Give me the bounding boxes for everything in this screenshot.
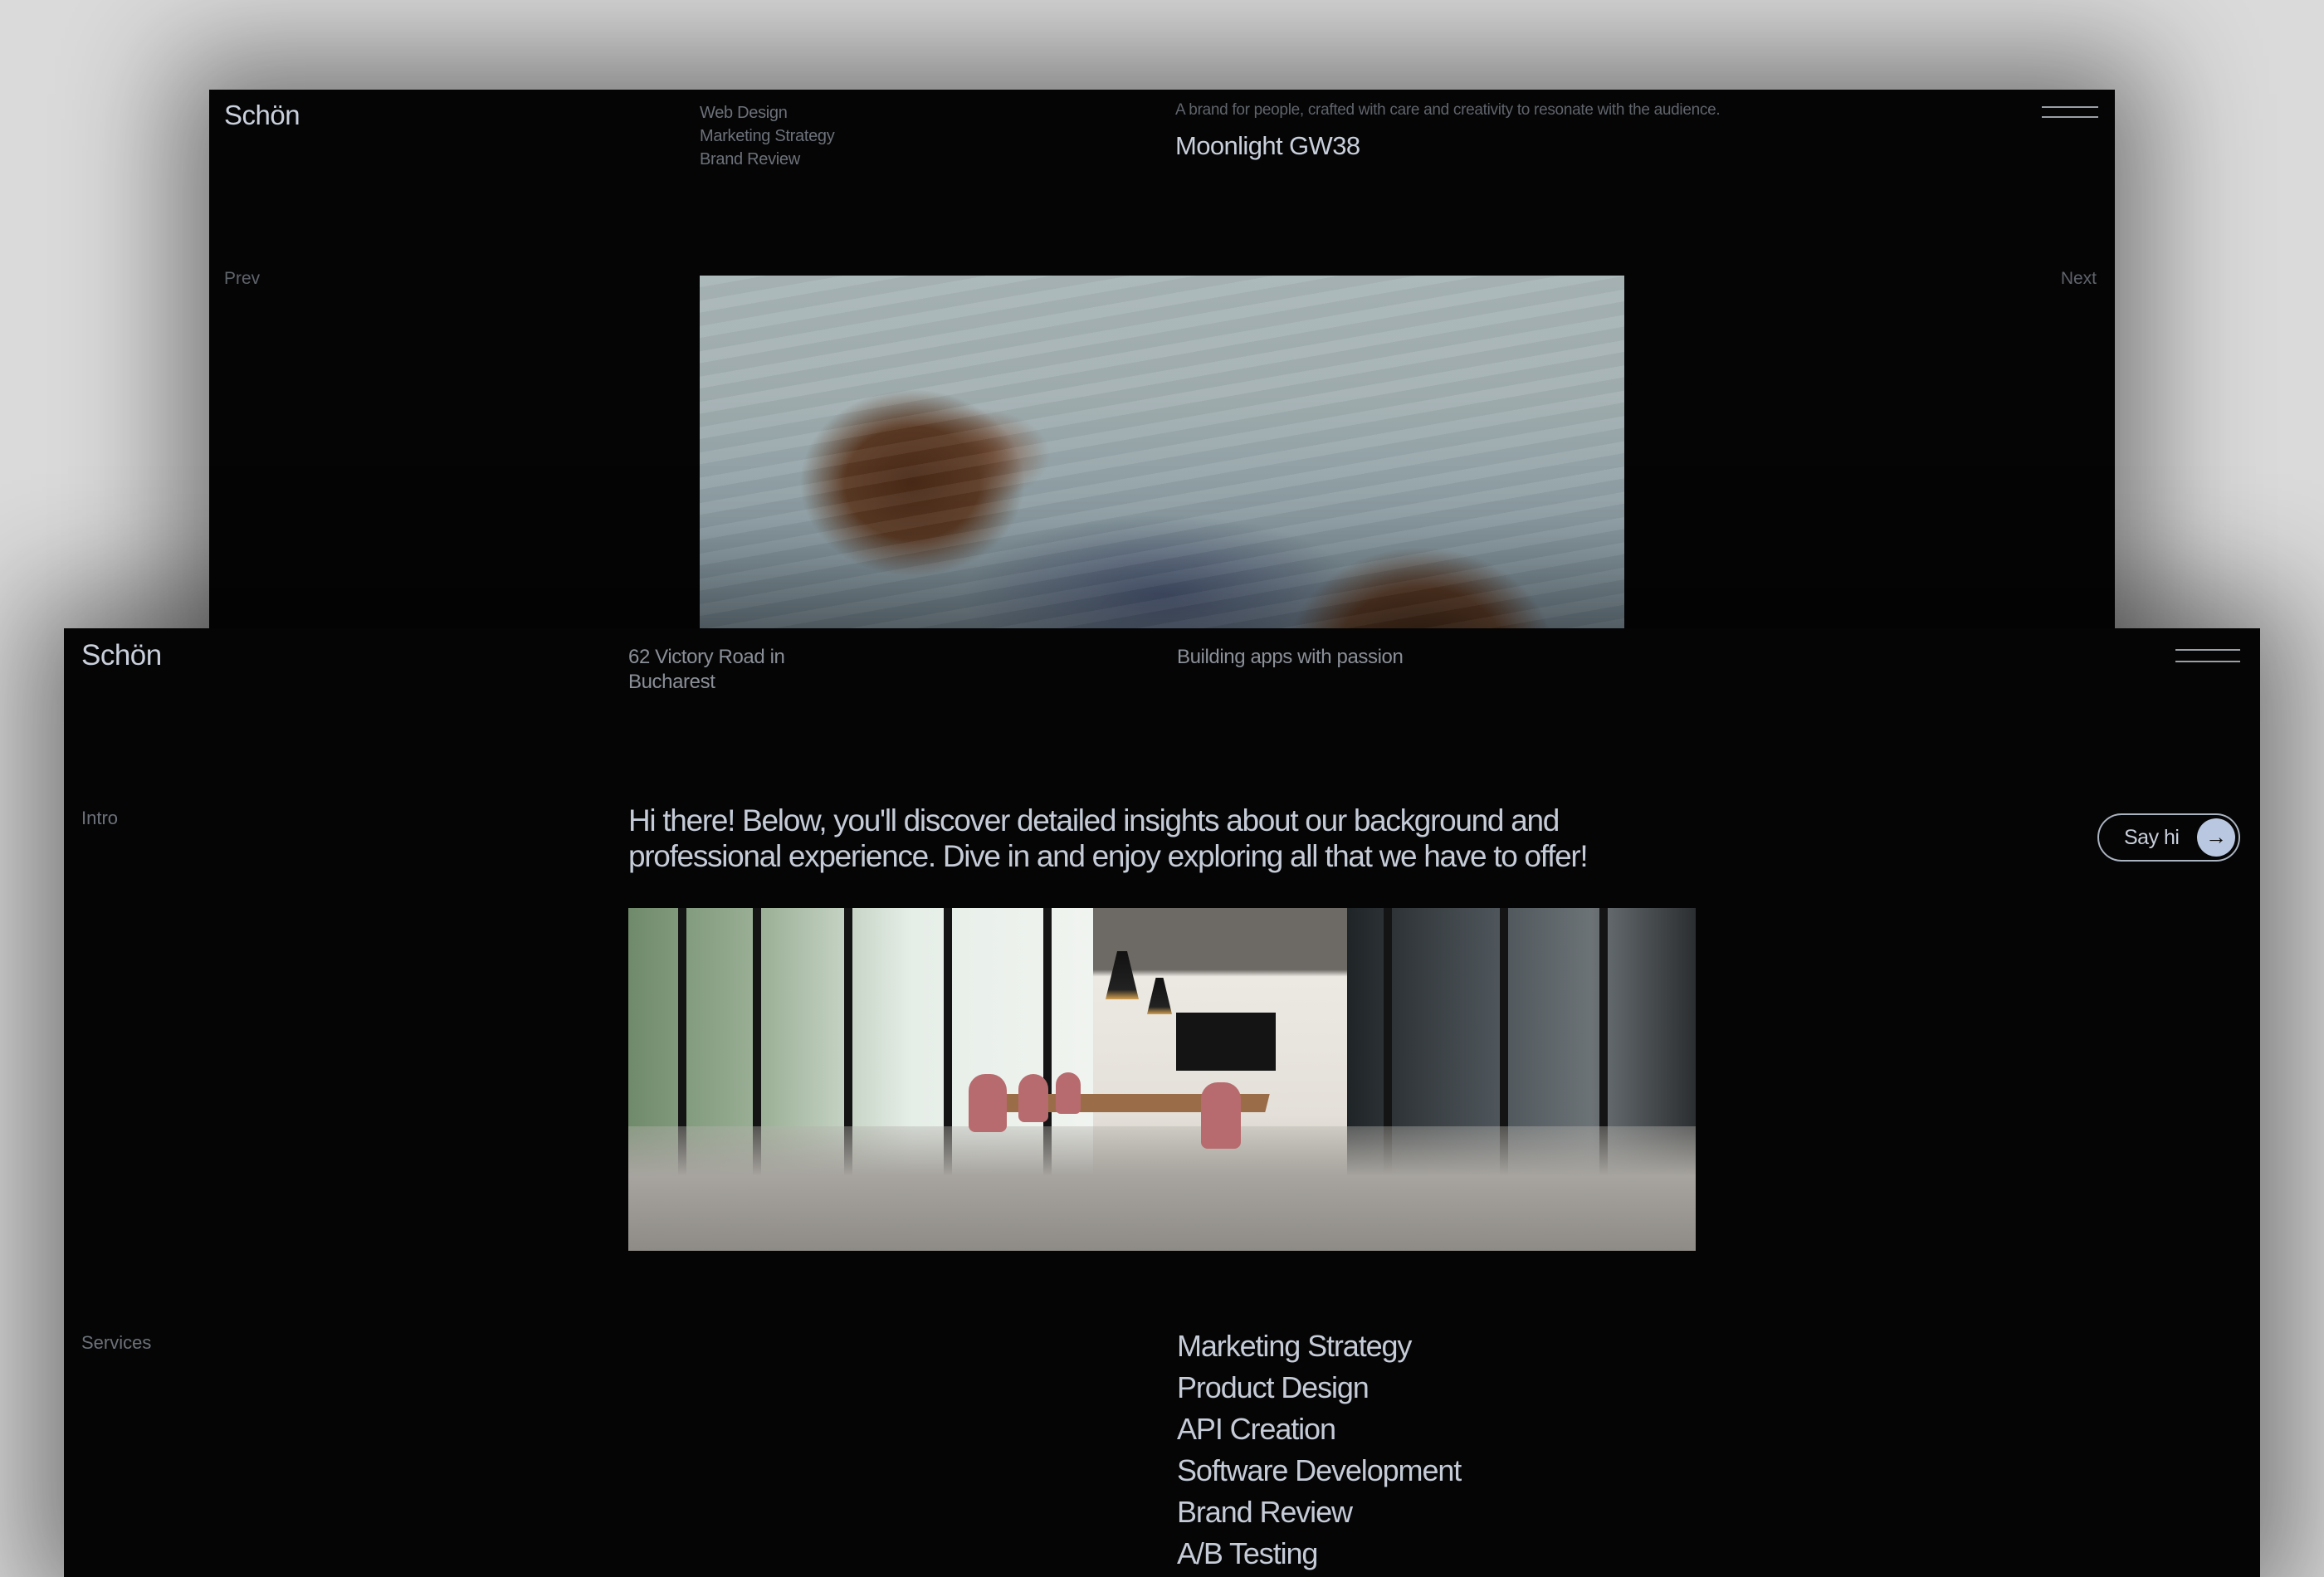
photo-chair — [969, 1074, 1007, 1132]
photo-chair — [1056, 1072, 1081, 1114]
about-page-window: Schön 62 Victory Road in Bucharest Build… — [64, 628, 2260, 1577]
service-item: Marketing Strategy — [1177, 1329, 1412, 1363]
tagline: Building apps with passion — [1177, 646, 1404, 668]
service-item: Product Design — [1177, 1370, 1370, 1404]
project-tagline: A brand for people, crafted with care an… — [1175, 101, 1721, 119]
project-photo — [700, 276, 1624, 671]
service-item: API Creation — [1177, 1412, 1336, 1446]
address-line: Bucharest — [628, 671, 715, 693]
address: 62 Victory Road in Bucharest — [628, 645, 785, 695]
project-service-item: Marketing Strategy — [700, 127, 835, 145]
logo[interactable]: Schön — [81, 639, 162, 672]
photo-chair — [1018, 1074, 1048, 1122]
water-ripple-texture — [700, 276, 1624, 671]
arrow-right-icon: → — [2197, 818, 2235, 857]
project-services-list: Web Design Marketing Strategy Brand Revi… — [700, 101, 835, 171]
hamburger-menu-icon[interactable] — [2042, 106, 2098, 118]
logo[interactable]: Schön — [224, 100, 300, 131]
intro-paragraph: Hi there! Below, you'll discover detaile… — [628, 803, 1589, 873]
project-page-window: Schön Web Design Marketing Strategy Bran… — [209, 90, 2115, 671]
next-link[interactable]: Next — [2061, 269, 2097, 289]
service-item: Brand Review — [1177, 1495, 1353, 1529]
services-list: Marketing Strategy Product Design API Cr… — [1177, 1326, 1462, 1575]
service-item: Software Development — [1177, 1453, 1462, 1487]
section-label-intro: Intro — [81, 808, 119, 828]
say-hi-button[interactable]: Say hi → — [2097, 813, 2240, 862]
photo-chair — [1201, 1082, 1241, 1149]
prev-link[interactable]: Prev — [224, 269, 260, 289]
hamburger-menu-icon[interactable] — [2175, 649, 2240, 662]
service-item: A/B Testing — [1177, 1536, 1318, 1570]
say-hi-label: Say hi — [2124, 826, 2180, 849]
section-label-services: Services — [81, 1332, 152, 1353]
photo-tv — [1176, 1013, 1276, 1071]
project-service-item: Brand Review — [700, 150, 800, 168]
project-service-item: Web Design — [700, 104, 788, 122]
project-title: Moonlight GW38 — [1175, 131, 1360, 160]
photo-floor — [628, 1126, 1696, 1251]
address-line: 62 Victory Road in — [628, 646, 785, 668]
office-photo — [628, 908, 1696, 1251]
